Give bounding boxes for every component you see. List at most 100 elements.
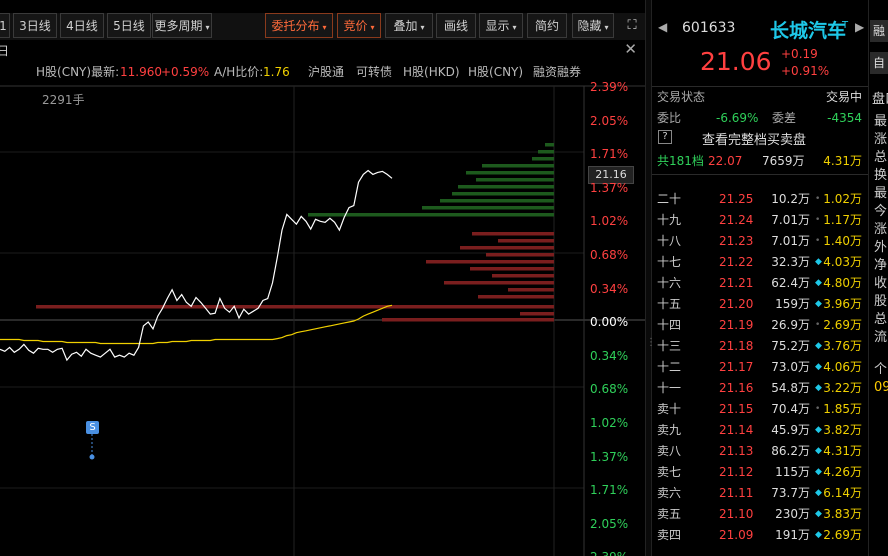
toolbar-button-label: 竞价 xyxy=(343,19,368,33)
toolbar-button[interactable]: 叠加 ▾ xyxy=(385,13,433,38)
order-volume: 86.2万 xyxy=(771,444,810,458)
order-price: 21.18 xyxy=(719,339,754,353)
order-amount: 1.85万 xyxy=(823,402,862,416)
quote-header: ◀ 601633 长城汽车 T ▶ 21.06 +0.19 +0.91% xyxy=(652,0,868,87)
percent-tick-label: 1.71% xyxy=(590,147,629,162)
order-book-row[interactable]: 十四 21.19 26.9万 2.69万 • xyxy=(652,315,868,336)
order-book-row[interactable]: 十五 21.20 159万 3.96万 ◆ xyxy=(652,294,868,315)
ask-distribution-bar xyxy=(382,318,554,322)
order-volume: 73.7万 xyxy=(771,486,810,500)
toolbar-button[interactable]: 显示 ▾ xyxy=(479,13,523,38)
toolbar-button[interactable]: 委托分布 ▾ xyxy=(265,13,333,38)
toolbar-button[interactable]: 1日 xyxy=(0,13,10,58)
toolbar-button[interactable]: 画线 xyxy=(436,13,476,38)
chart-canvas[interactable] xyxy=(0,0,645,556)
order-volume: 70.4万 xyxy=(771,402,810,416)
order-book-row[interactable]: 卖九 21.14 45.9万 3.82万 ◆ xyxy=(652,420,868,441)
toolbar-button-label: 隐藏 xyxy=(577,19,602,33)
bid-distribution-bar xyxy=(422,206,554,210)
full-depth-row[interactable]: ? 查看完整档买卖盘 xyxy=(652,130,868,151)
bottom-label: 个 xyxy=(874,362,888,377)
toolbar-button[interactable]: 简约 xyxy=(527,13,567,38)
side-info-label: 净 xyxy=(874,258,888,273)
ask-distribution-bar xyxy=(426,260,554,264)
order-amount: 3.22万 xyxy=(823,381,862,395)
grip-icon[interactable]: ⋮ xyxy=(646,338,656,348)
toolbar-button[interactable]: 竞价 ▾ xyxy=(337,13,381,38)
sell-signal-marker[interactable]: S xyxy=(86,421,99,434)
order-marker-icon: ◆ xyxy=(815,467,822,477)
order-level-label: 卖九 xyxy=(657,423,682,437)
order-book-row[interactable]: 卖七 21.12 115万 4.26万 ◆ xyxy=(652,462,868,483)
order-volume: 75.2万 xyxy=(771,339,810,353)
link-hshare-hkd[interactable]: H股(HKD) xyxy=(403,61,460,83)
order-book-row[interactable]: 十一 21.16 54.8万 3.22万 ◆ xyxy=(652,378,868,399)
intraday-chart[interactable]: 2291手 21.16 S 2.39% 2.05% 1.71% 1.37% 1.02% 0… xyxy=(0,0,645,556)
side-info-label: 流 xyxy=(874,330,888,345)
link-convertible[interactable]: 可转债 xyxy=(356,61,392,83)
help-icon[interactable]: ? xyxy=(658,130,672,144)
side-info-label: 最 xyxy=(874,186,888,201)
order-book-row[interactable]: 卖六 21.11 73.7万 6.14万 ◆ xyxy=(652,483,868,504)
ask-distribution-bar xyxy=(36,305,554,309)
order-book-row[interactable]: 十九 21.24 7.01万 1.17万 • xyxy=(652,210,868,231)
ask-distribution-bar xyxy=(478,295,554,299)
chart-toolbar: 1日 3日线 4日线 5日线 更多周期 ▾ 委托分布 ▾ 竞价 ▾ 叠加 ▾ 画线 显示 ▾ 简约 隐藏 ▾ ⛶ xyxy=(0,13,645,58)
toolbar-button[interactable]: 隐藏 ▾ xyxy=(572,13,614,38)
status-label: 交易状态 xyxy=(657,90,706,104)
order-price: 21.16 xyxy=(719,381,754,395)
link-margin[interactable]: 融资融券 xyxy=(533,61,581,83)
order-amount: 3.83万 xyxy=(823,507,862,521)
order-book-row[interactable]: 卖八 21.13 86.2万 4.31万 ◆ xyxy=(652,441,868,462)
prev-stock-icon[interactable]: ◀ xyxy=(658,20,667,34)
expand-icon[interactable]: ⛶ xyxy=(621,13,643,38)
order-book-row[interactable]: 卖十 21.15 70.4万 1.85万 • xyxy=(652,399,868,420)
toolbar-button[interactable]: 5日线 xyxy=(107,13,151,38)
order-level-label: 卖五 xyxy=(657,507,682,521)
summary-price: 22.07 xyxy=(708,154,743,168)
percent-tick-label: 0.68% xyxy=(590,248,629,262)
close-icon[interactable]: ✕ xyxy=(624,40,637,58)
bid-distribution-bar xyxy=(452,192,554,196)
bid-distribution-bar xyxy=(545,143,554,147)
link-hgt[interactable]: 沪股通 xyxy=(308,61,344,83)
tab-self[interactable]: 自 xyxy=(870,52,888,74)
order-book-row[interactable]: 卖五 21.10 230万 3.83万 ◆ xyxy=(652,504,868,525)
order-volume: 26.9万 xyxy=(771,318,810,332)
tab-margin[interactable]: 融 xyxy=(870,20,888,42)
toolbar-button[interactable]: 3日线 xyxy=(13,13,57,38)
order-book-row[interactable]: 二十 21.25 10.2万 1.02万 • xyxy=(652,189,868,210)
order-book-row[interactable]: 十二 21.17 73.0万 4.06万 ◆ xyxy=(652,357,868,378)
order-amount: 4.80万 xyxy=(823,276,862,290)
stock-name: 长城汽车 xyxy=(770,20,847,42)
bid-distribution-bar xyxy=(440,199,554,203)
order-marker-icon: ◆ xyxy=(815,488,822,498)
next-stock-icon[interactable]: ▶ xyxy=(855,20,864,34)
percent-tick-label: 2.39% xyxy=(590,550,628,556)
order-book-row[interactable]: 十三 21.18 75.2万 3.76万 ◆ xyxy=(652,336,868,357)
side-info-label: 最 xyxy=(874,114,888,129)
full-depth-link[interactable]: 查看完整档买卖盘 xyxy=(702,130,806,151)
order-book-row[interactable]: 十七 21.22 32.3万 4.03万 ◆ xyxy=(652,252,868,273)
ask-distribution-bar xyxy=(520,312,554,316)
order-price: 21.13 xyxy=(719,444,754,458)
order-book-row[interactable]: 十八 21.23 7.01万 1.40万 • xyxy=(652,231,868,252)
order-book-row[interactable]: 十六 21.21 62.4万 4.80万 ◆ xyxy=(652,273,868,294)
order-marker-icon: • xyxy=(815,194,821,204)
order-amount: 4.31万 xyxy=(823,444,862,458)
order-price: 21.25 xyxy=(719,192,754,206)
link-hshare-cny[interactable]: H股(CNY) xyxy=(468,61,523,83)
toolbar-button[interactable]: 更多周期 ▾ xyxy=(152,13,212,38)
average-price-line xyxy=(0,304,393,345)
depth-summary-row: 共181档 22.07 7659万 4.31万 xyxy=(652,151,868,172)
panel-divider[interactable]: ⋮ xyxy=(645,0,656,556)
order-amount: 4.03万 xyxy=(823,255,862,269)
order-volume: 32.3万 xyxy=(771,255,810,269)
toolbar-button[interactable]: 4日线 xyxy=(60,13,104,38)
chevron-down-icon: ▾ xyxy=(604,23,609,32)
order-book-row[interactable]: 卖四 21.09 191万 2.69万 ◆ xyxy=(652,525,868,546)
toolbar-button-label: 显示 xyxy=(485,19,510,33)
order-price: 21.22 xyxy=(719,255,754,269)
summary-count: 共181档 xyxy=(657,154,704,168)
chevron-down-icon: ▾ xyxy=(322,23,327,32)
